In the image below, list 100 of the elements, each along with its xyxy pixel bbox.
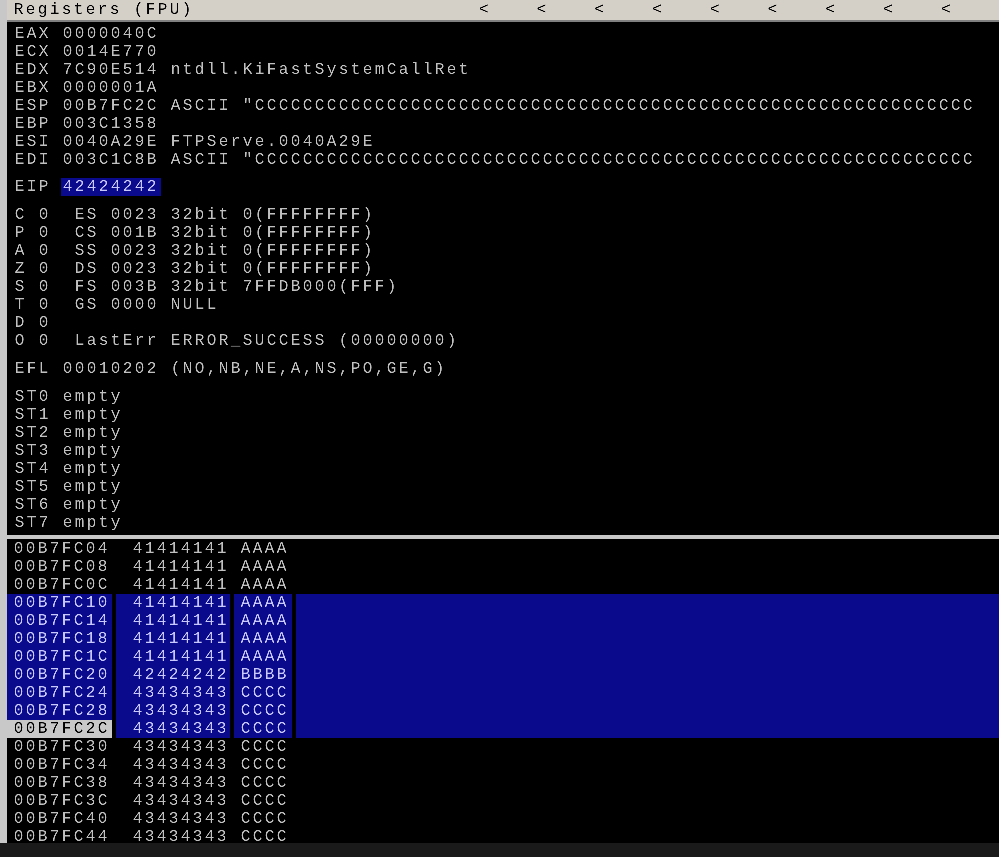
register-value: 003C1C8B	[63, 151, 160, 169]
stack-value: 41414141	[116, 630, 230, 648]
fpu-register-value: empty	[63, 514, 124, 532]
register-name: EAX	[15, 25, 52, 43]
stack-address[interactable]: 00B7FC30	[7, 738, 112, 756]
segment-info: LastErr ERROR_SUCCESS (00000000)	[75, 332, 460, 350]
flag-value: 0	[39, 242, 52, 260]
scroll-arrow-button[interactable]: <	[826, 1, 884, 19]
stack-value: 43434343	[132, 810, 230, 828]
stack-address[interactable]: 00B7FC20	[7, 666, 112, 684]
flag-value: 0	[39, 332, 52, 350]
stack-ascii: AAAA	[240, 558, 290, 576]
fpu-register-name: ST3	[15, 442, 52, 460]
stack-ascii: AAAA	[234, 630, 292, 648]
stack-value: 43434343	[116, 720, 230, 738]
fpu-register-value: empty	[63, 496, 124, 514]
stack-ascii: AAAA	[234, 648, 292, 666]
scroll-arrow-button[interactable]: <	[883, 1, 942, 19]
fpu-register-name: ST4	[15, 460, 52, 478]
stack-address[interactable]: 00B7FC10	[7, 594, 112, 612]
scroll-arrow-button[interactable]: <	[768, 1, 826, 19]
register-value: 0040A29E	[63, 133, 160, 151]
flag-value: 0	[39, 224, 52, 242]
panel-title: Registers (FPU)	[13, 1, 196, 19]
flag-name: A	[15, 242, 28, 260]
stack-address[interactable]: 00B7FC04	[7, 540, 112, 558]
flags-decoded: (NO,NB,NE,A,NS,PO,GE,G)	[171, 360, 448, 378]
scroll-arrow-button[interactable]: <	[594, 1, 652, 19]
fpu-register-name: ST1	[15, 406, 52, 424]
fpu-register-value: empty	[63, 442, 124, 460]
stack-value: 41414141	[116, 594, 230, 612]
fpu-register-name: ST7	[15, 514, 52, 532]
flag-value: 0	[39, 296, 52, 314]
scroll-arrow-button[interactable]: <	[536, 1, 595, 19]
register-value: 003C1358	[63, 115, 160, 133]
stack-address[interactable]: 00B7FC34	[7, 756, 112, 774]
flag-name: O	[15, 332, 28, 350]
register-comment: FTPServe.0040A29E	[171, 133, 376, 151]
register-value[interactable]: 42424242	[61, 178, 162, 196]
stack-ascii: AAAA	[234, 612, 292, 630]
register-name: EDI	[15, 151, 52, 169]
stack-value: 43434343	[132, 756, 230, 774]
register-name: ESI	[15, 133, 52, 151]
scroll-arrow-button[interactable]: <	[652, 1, 710, 19]
fpu-register-value: empty	[63, 460, 124, 478]
register-name: EFL	[15, 360, 52, 378]
register-value: 00010202	[63, 360, 160, 378]
scroll-arrow-button[interactable]: <	[479, 1, 537, 19]
stack-address[interactable]: 00B7FC1C	[7, 648, 112, 666]
stack-ascii: AAAA	[240, 540, 290, 558]
register-name: EIP	[15, 178, 52, 196]
flag-name: Z	[15, 260, 28, 278]
register-comment: ASCII "CCCCCCCCCCCCCCCCCCCCCCCCCCCCCCCCCCCCCCCCCCCCCCCCCCCCCCCCCCCC	[171, 97, 976, 115]
stack-ascii: CCCC	[240, 774, 290, 792]
stack-value: 41414141	[132, 576, 230, 594]
stack-value: 43434343	[132, 792, 230, 810]
stack-address[interactable]: 00B7FC08	[7, 558, 112, 576]
segment-info: ES 0023 32bit 0(FFFFFFFF)	[75, 206, 376, 224]
stack-address[interactable]: 00B7FC28	[7, 702, 112, 720]
stack-ascii: CCCC	[240, 810, 290, 828]
fpu-register-value: empty	[63, 478, 124, 496]
stack-address[interactable]: 00B7FC18	[7, 630, 112, 648]
scroll-arrow-button[interactable]: <	[941, 1, 999, 19]
flag-name: S	[15, 278, 28, 296]
stack-address[interactable]: 00B7FC3C	[7, 792, 112, 810]
register-value: 0000001A	[63, 79, 160, 97]
stack-value: 41414141	[116, 648, 230, 666]
stack-address[interactable]: 00B7FC38	[7, 774, 112, 792]
flag-value: 0	[39, 206, 52, 224]
stack-value: 43434343	[132, 828, 230, 846]
stack-address[interactable]: 00B7FC0C	[7, 576, 112, 594]
register-comment: ntdll.KiFastSystemCallRet	[171, 61, 472, 79]
stack-address[interactable]: 00B7FC44	[7, 828, 112, 846]
flag-value: 0	[39, 278, 52, 296]
scroll-arrow-button[interactable]: <	[710, 1, 768, 19]
stack-ascii: CCCC	[240, 828, 290, 846]
segment-info: GS 0000 NULL	[75, 296, 220, 314]
stack-address[interactable]: 00B7FC14	[7, 612, 112, 630]
stack-ascii: CCCC	[234, 684, 292, 702]
stack-address[interactable]: 00B7FC40	[7, 810, 112, 828]
register-value: 7C90E514	[63, 61, 160, 79]
flag-name: D	[15, 314, 28, 332]
stack-value: 43434343	[132, 738, 230, 756]
segment-info: FS 003B 32bit 7FFDB000(FFF)	[75, 278, 400, 296]
flag-name: P	[15, 224, 28, 242]
flag-value: 0	[39, 260, 52, 278]
stack-value: 42424242	[116, 666, 230, 684]
register-name: ECX	[15, 43, 52, 61]
register-comment: ASCII "CCCCCCCCCCCCCCCCCCCCCCCCCCCCCCCCCCCCCCCCCCCCCCCCCCCCCCCCCCCC	[171, 151, 976, 169]
fpu-register-value: empty	[63, 388, 124, 406]
stack-address[interactable]: 00B7FC2C	[7, 720, 112, 738]
stack-value: 41414141	[132, 558, 230, 576]
flag-name: C	[15, 206, 28, 224]
fpu-register-name: ST2	[15, 424, 52, 442]
register-value: 00B7FC2C	[63, 97, 160, 115]
stack-address[interactable]: 00B7FC24	[7, 684, 112, 702]
register-name: ESP	[15, 97, 52, 115]
stack-ascii: AAAA	[240, 576, 290, 594]
fpu-register-name: ST0	[15, 388, 52, 406]
segment-info: DS 0023 32bit 0(FFFFFFFF)	[75, 260, 376, 278]
